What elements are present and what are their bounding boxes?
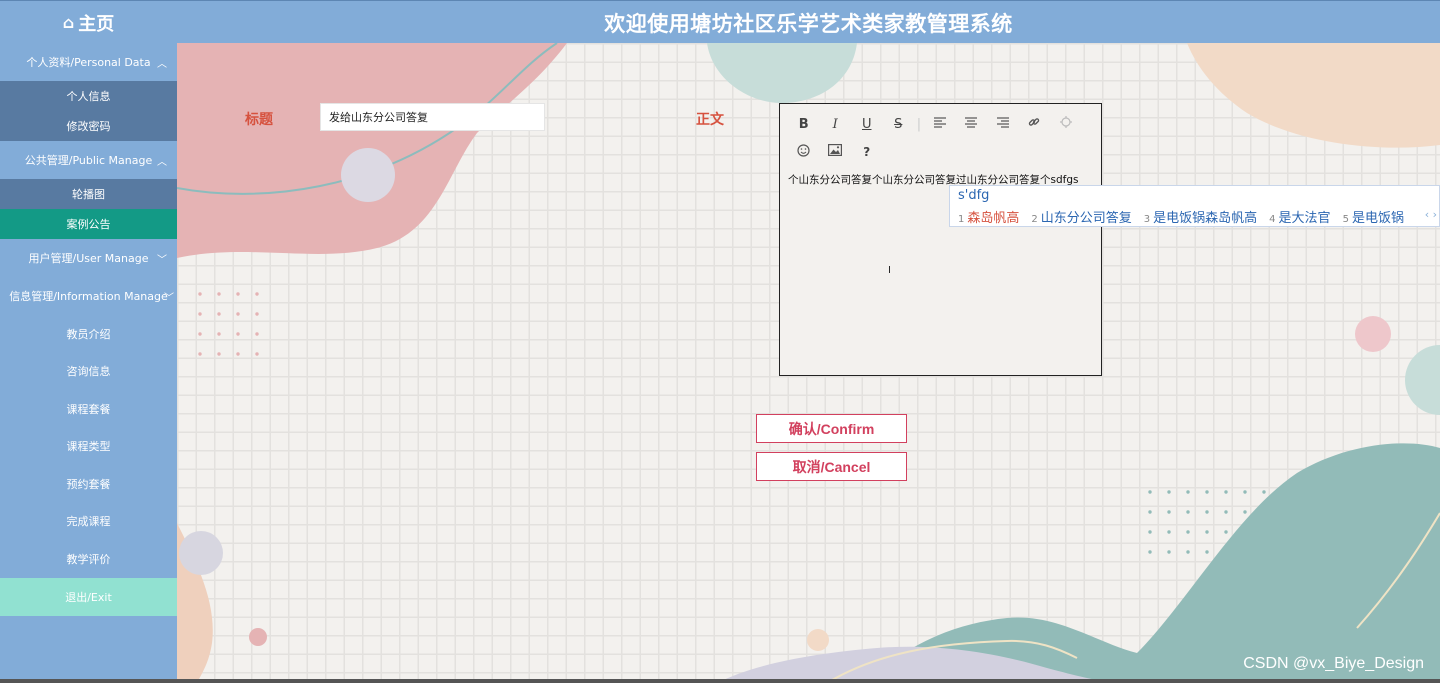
sidebar-group-label: 个人资料/Personal Data — [26, 56, 151, 69]
align-left-icon[interactable] — [924, 116, 956, 132]
emoji-icon[interactable] — [788, 143, 820, 161]
align-right-icon[interactable] — [987, 116, 1019, 132]
ime-composition: s'dfg — [958, 188, 990, 203]
sidebar-group-personal-data[interactable]: 个人资料/Personal Data ︿ — [0, 43, 177, 81]
sidebar-group-label: 用户管理/User Manage — [28, 252, 149, 265]
sidebar-item-exit[interactable]: 退出/Exit — [0, 577, 177, 616]
sidebar-group-public-manage[interactable]: 公共管理/Public Manage ︿ — [0, 141, 177, 179]
watermark: CSDN @vx_Biye_Design — [1243, 655, 1424, 672]
toolbar-divider: | — [916, 116, 922, 132]
ime-page-nav[interactable]: ‹ › — [1425, 208, 1437, 221]
chevron-right-icon[interactable]: › — [1433, 208, 1437, 221]
home-icon: ⌂ — [62, 13, 75, 32]
home-label: 主页 — [78, 13, 115, 35]
ime-candidate[interactable]: 5 是电饭锅 — [1343, 207, 1404, 226]
top-header: ⌂ 主页 欢迎使用塘坊社区乐学艺术类家教管理系统 — [0, 0, 1440, 43]
text-cursor-icon: I — [888, 265, 891, 276]
align-center-icon[interactable] — [956, 116, 988, 132]
sidebar-item-teaching-review[interactable]: 教学评价 — [0, 540, 177, 578]
underline-icon[interactable]: U — [851, 117, 883, 132]
sidebar: 个人资料/Personal Data ︿ 个人信息 修改密码 公共管理/Publ… — [0, 43, 177, 683]
sidebar-item-completed-course[interactable]: 完成课程 — [0, 503, 177, 541]
sidebar-item-course-package[interactable]: 课程套餐 — [0, 390, 177, 428]
ime-candidate-popup: s'dfg 1 森岛帆高 2 山东分公司答复 3 是电饭锅森岛帆高 4 是大法官 5 是电… — [949, 185, 1440, 227]
sidebar-item-booking-package[interactable]: 预约套餐 — [0, 465, 177, 503]
help-icon[interactable]: ? — [851, 145, 883, 159]
sidebar-item-teacher-intro[interactable]: 教员介绍 — [0, 315, 177, 353]
ime-candidates: 1 森岛帆高 2 山东分公司答复 3 是电饭锅森岛帆高 4 是大法官 5 是电饭锅 — [958, 207, 1404, 226]
chevron-up-icon: ︿ — [157, 156, 167, 168]
main-content: 标题 正文 B I U S | — [177, 43, 1440, 683]
body-label: 正文 — [696, 112, 724, 128]
chevron-down-icon: ﹀ — [164, 292, 174, 304]
submenu-personal-data: 个人信息 修改密码 — [0, 81, 177, 141]
submenu-public-manage: 轮播图 案例公告 — [0, 179, 177, 239]
bold-icon[interactable]: B — [788, 117, 820, 132]
ime-candidate[interactable]: 1 森岛帆高 — [958, 207, 1019, 226]
confirm-button[interactable]: 确认/Confirm — [756, 414, 907, 443]
strikethrough-icon[interactable]: S — [883, 117, 915, 132]
image-icon[interactable] — [820, 144, 852, 160]
chevron-down-icon: ﹀ — [157, 254, 167, 266]
sidebar-group-label: 公共管理/Public Manage — [24, 154, 153, 167]
bottom-bar — [0, 679, 1440, 683]
link-icon[interactable] — [1019, 116, 1051, 132]
sidebar-item-personal-info[interactable]: 个人信息 — [0, 81, 177, 111]
sidebar-item-consult-info[interactable]: 咨询信息 — [0, 353, 177, 391]
italic-icon[interactable]: I — [820, 117, 852, 132]
editor-toolbar: B I U S | ? — [788, 110, 1088, 166]
chevron-left-icon[interactable]: ‹ — [1425, 208, 1429, 221]
sidebar-group-information-manage[interactable]: 信息管理/Information Manage ﹀ — [0, 277, 177, 315]
rich-text-editor[interactable]: B I U S | ? 个山东分公司答复个山东分公司答复过山东分公司答复个sdf… — [779, 103, 1102, 376]
sidebar-item-course-type[interactable]: 课程类型 — [0, 428, 177, 466]
cancel-button[interactable]: 取消/Cancel — [756, 452, 907, 481]
sidebar-item-carousel[interactable]: 轮播图 — [0, 179, 177, 209]
sidebar-group-label: 信息管理/Information Manage — [9, 290, 168, 303]
ime-candidate[interactable]: 3 是电饭锅森岛帆高 — [1144, 207, 1257, 226]
title-label: 标题 — [245, 112, 273, 128]
sidebar-item-change-password[interactable]: 修改密码 — [0, 111, 177, 141]
sidebar-item-case-announcement[interactable]: 案例公告 — [0, 209, 177, 239]
unlink-icon[interactable] — [1050, 116, 1082, 132]
ime-candidate[interactable]: 4 是大法官 — [1269, 207, 1330, 226]
chevron-up-icon: ︿ — [157, 58, 167, 70]
sidebar-group-user-manage[interactable]: 用户管理/User Manage ﹀ — [0, 239, 177, 277]
ime-candidate[interactable]: 2 山东分公司答复 — [1031, 207, 1131, 226]
home-link[interactable]: ⌂ 主页 — [0, 1, 177, 44]
title-input[interactable] — [320, 103, 545, 131]
site-title: 欢迎使用塘坊社区乐学艺术类家教管理系统 — [604, 11, 1013, 36]
